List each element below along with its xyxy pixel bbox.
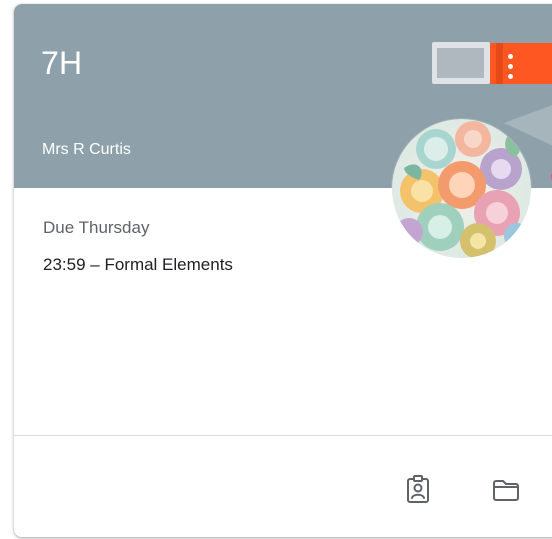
- class-card: 7H Mrs R Curtis Due Thursday 23:59 – For…: [14, 4, 552, 537]
- open-your-work-button[interactable]: [398, 469, 438, 509]
- teacher-name[interactable]: Mrs R Curtis: [42, 138, 131, 162]
- teacher-avatar: [392, 119, 531, 258]
- more-vert-icon: [507, 53, 513, 79]
- open-class-folder-button[interactable]: [486, 470, 526, 510]
- assignment-link[interactable]: 23:59 – Formal Elements: [43, 253, 233, 277]
- due-date-label: Due Thursday: [43, 218, 150, 237]
- assignment-ind-icon: [407, 474, 429, 503]
- class-title[interactable]: 7H: [41, 43, 82, 83]
- folder-icon: [493, 480, 519, 501]
- classroom-page: 7H Mrs R Curtis Due Thursday 23:59 – For…: [0, 0, 552, 539]
- class-options-button[interactable]: [496, 42, 524, 90]
- class-card-footer: [14, 436, 552, 537]
